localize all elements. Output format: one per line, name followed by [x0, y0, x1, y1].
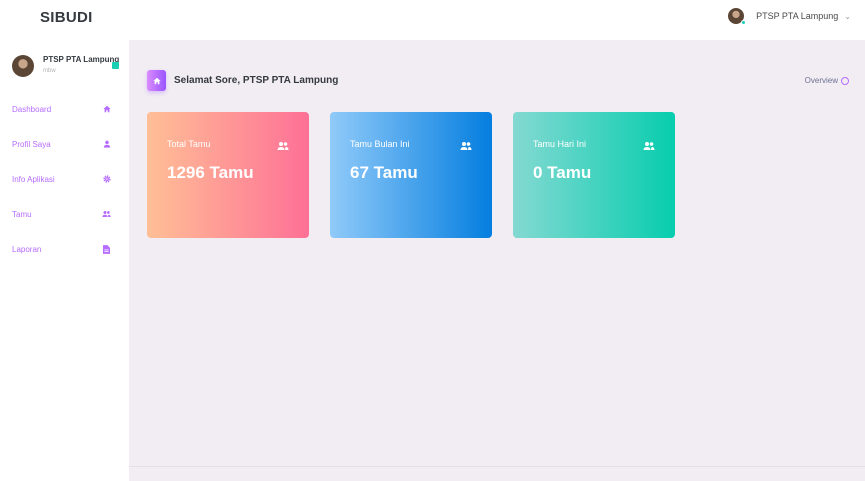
sidebar: PTSP PTA Lampung mbw Dashboard Profil Sa…: [0, 40, 129, 481]
sidebar-item-profil-saya[interactable]: Profil Saya: [0, 134, 129, 154]
brand-logo[interactable]: SIBUDI: [40, 9, 93, 26]
users-icon: [277, 142, 289, 150]
sidebar-item-label: Profil Saya: [12, 139, 51, 149]
sidebar-item-label: Info Aplikasi: [12, 174, 55, 184]
users-icon: [643, 142, 655, 150]
stat-card-tamu-hari-ini: Tamu Hari Ini 0 Tamu: [513, 112, 675, 238]
verified-icon: [112, 62, 119, 69]
overview-link[interactable]: Overview: [805, 76, 849, 85]
sidebar-item-label: Dashboard: [12, 104, 52, 114]
user-menu[interactable]: PTSP PTA Lampung ⌄: [728, 8, 851, 25]
stat-card-tamu-bulan-ini: Tamu Bulan Ini 67 Tamu: [330, 112, 492, 238]
sidebar-item-label: Tamu: [12, 209, 32, 219]
user-icon: [102, 140, 111, 149]
avatar: [12, 55, 34, 77]
card-title: Tamu Hari Ini: [533, 139, 587, 149]
profile-name: PTSP PTA Lampung: [43, 55, 120, 64]
user-menu-name[interactable]: PTSP PTA Lampung: [756, 11, 838, 21]
card-value: 67 Tamu: [350, 163, 418, 182]
stat-card-total-tamu: Total Tamu 1296 Tamu: [147, 112, 309, 238]
sidebar-item-info-aplikasi[interactable]: Info Aplikasi: [0, 169, 129, 189]
sidebar-profile[interactable]: PTSP PTA Lampung mbw: [12, 53, 124, 83]
card-title: Tamu Bulan Ini: [350, 139, 410, 149]
sidebar-item-dashboard[interactable]: Dashboard: [0, 99, 129, 119]
home-icon: [102, 105, 111, 114]
sidebar-item-tamu[interactable]: Tamu: [0, 204, 129, 224]
gear-icon: [102, 175, 111, 184]
topbar: SIBUDI PTSP PTA Lampung ⌄: [0, 0, 865, 40]
page-header: Selamat Sore, PTSP PTA Lampung: [147, 70, 338, 91]
sidebar-item-laporan[interactable]: Laporan: [0, 239, 129, 259]
chevron-down-icon[interactable]: ⌄: [844, 12, 851, 21]
footer-divider: [129, 466, 865, 467]
page-title: Selamat Sore, PTSP PTA Lampung: [174, 75, 339, 86]
sidebar-item-label: Laporan: [12, 244, 42, 254]
online-status-icon: [741, 20, 747, 25]
card-value: 1296 Tamu: [167, 163, 254, 182]
info-circle-icon[interactable]: [841, 76, 849, 85]
overview-label[interactable]: Overview: [805, 76, 838, 85]
users-icon: [102, 210, 111, 219]
card-title: Total Tamu: [167, 139, 211, 149]
home-icon: [147, 70, 166, 91]
document-icon: [102, 244, 111, 254]
users-icon: [460, 142, 472, 150]
profile-role: mbw: [43, 68, 56, 74]
avatar[interactable]: [728, 8, 747, 25]
card-value: 0 Tamu: [533, 163, 592, 182]
